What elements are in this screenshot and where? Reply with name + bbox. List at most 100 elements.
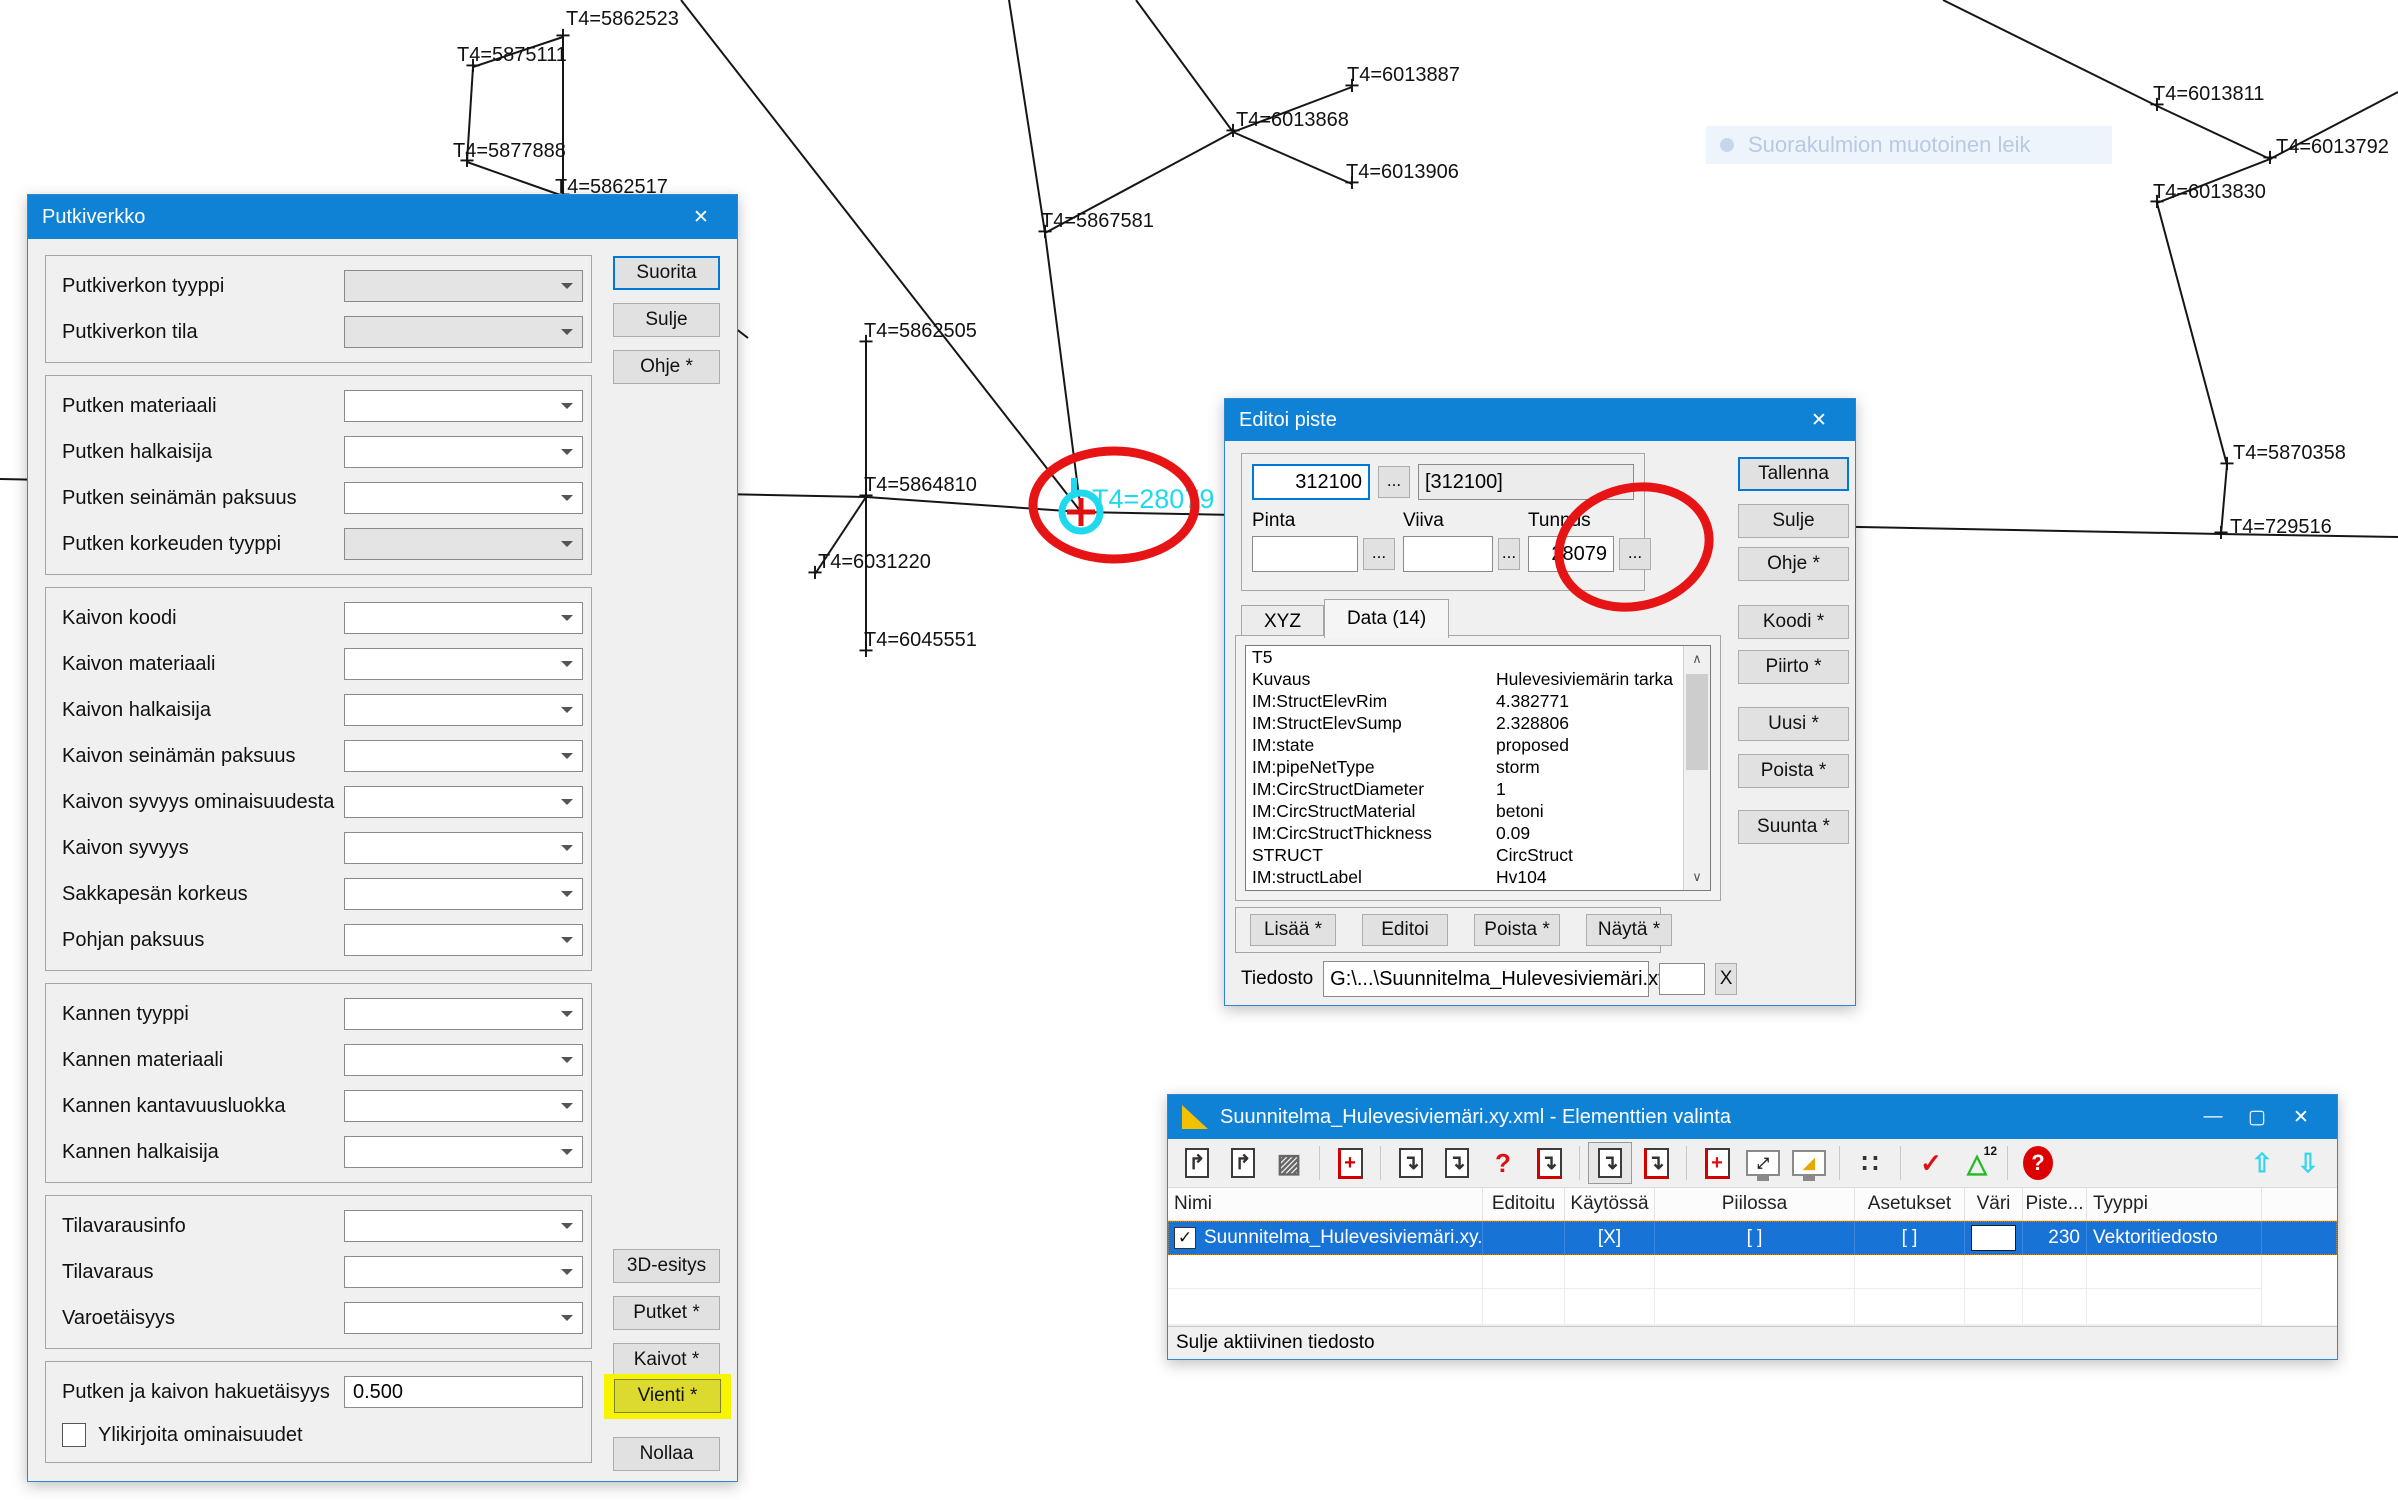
tab-data[interactable]: Data (14) [1324,599,1449,638]
point-code-input[interactable]: 312100 [1252,464,1370,500]
data-list-item[interactable]: T5 [1246,646,1710,668]
putkiverkon-tila-combo[interactable] [344,316,583,348]
close-icon[interactable]: ✕ [2279,1106,2323,1129]
open-file-icon[interactable]: ↱ [1175,1142,1219,1184]
kaivon-syvyys-combo[interactable] [344,832,583,864]
kaivon-syvyys-ominaisuudesta-combo[interactable] [344,786,583,818]
poista-button[interactable]: Poista * [1738,754,1849,788]
scrollbar[interactable]: ∧ ∨ [1683,646,1710,890]
pohjan-paksuus-combo[interactable] [344,924,583,956]
editoi-button[interactable]: Editoi [1362,914,1448,946]
kaivon-koodi-combo[interactable] [344,602,583,634]
kaivon-seinaman-paksuus-combo[interactable] [344,740,583,772]
ylikirjoita-ominaisuudet-checkbox[interactable] [62,1423,86,1447]
putken-materiaali-combo[interactable] [344,390,583,422]
code-browse-button[interactable]: ... [1378,466,1410,498]
export-icon[interactable]: ↴ [1588,1142,1632,1184]
scroll-down-icon[interactable]: ∨ [1684,864,1710,890]
open-mesh-icon[interactable]: ▨ [1267,1142,1311,1184]
putken-seinaman-paksuus-combo[interactable] [344,482,583,514]
tab-xyz[interactable]: XYZ [1241,605,1324,638]
data-list-item[interactable]: IM:structLabelHv104 [1246,866,1710,888]
data-list-item[interactable]: IM:StructElevSump2.328806 [1246,712,1710,734]
suorita-button[interactable]: Suorita [613,256,720,290]
data-list-item[interactable]: IM:pipeNetTypestorm [1246,756,1710,778]
tallenna-button[interactable]: Tallenna [1738,457,1849,491]
column-header-piilossa[interactable]: Piilossa [1655,1188,1855,1220]
draw-screen-icon[interactable]: ◢ [1787,1142,1831,1184]
file-extra-field[interactable] [1659,963,1705,995]
triangulation-icon[interactable]: △12 [1955,1142,1999,1184]
tilavarausinfo-combo[interactable] [344,1210,583,1242]
move-up-icon[interactable]: ⇧ [2240,1142,2284,1184]
color-swatch[interactable] [1971,1225,2016,1251]
column-header-vari[interactable]: Väri [1965,1188,2023,1220]
kannen-tyyppi-combo[interactable] [344,998,583,1030]
tilavaraus-combo[interactable] [344,1256,583,1288]
putket-button[interactable]: Putket * [613,1296,720,1330]
column-header-nimi[interactable]: Nimi [1168,1188,1483,1220]
data-list-item[interactable]: IM:CircStructMaterialbetoni [1246,800,1710,822]
nollaa-button[interactable]: Nollaa [613,1437,720,1471]
viiva-input[interactable] [1403,536,1493,572]
putkiverkko-titlebar[interactable]: Putkiverkko ✕ [28,195,737,239]
suunta-button[interactable]: Suunta * [1738,810,1849,844]
kannen-materiaali-combo[interactable] [344,1044,583,1076]
data-list-item[interactable]: STRUCTCircStruct [1246,844,1710,866]
putken-ja-kaivon-hakuetaisyys-input[interactable]: 0.500 [344,1376,583,1408]
uusi-button[interactable]: Uusi * [1738,707,1849,741]
sulje-button[interactable]: Sulje [1738,504,1849,538]
editoi-piste-titlebar[interactable]: Editoi piste ✕ [1225,399,1855,441]
new-file-icon[interactable]: + [1695,1142,1739,1184]
varoetaisyys-combo[interactable] [344,1302,583,1334]
putken-halkaisija-combo[interactable] [344,436,583,468]
kaivot-button[interactable]: Kaivot * [613,1343,720,1377]
close-icon[interactable]: ✕ [679,206,723,229]
column-header-asetukset[interactable]: Asetukset [1855,1188,1965,1220]
fit-screen-icon[interactable]: ⤢ [1741,1142,1785,1184]
data-list-item[interactable]: KuvausHulevesiviemärin tarka [1246,668,1710,690]
maximize-icon[interactable]: ▢ [2235,1106,2279,1129]
sakkapesan-korkeus-combo[interactable] [344,878,583,910]
pinta-input[interactable] [1252,536,1358,572]
tunnus-browse-button[interactable]: ... [1619,538,1651,570]
clear-file-button[interactable]: X [1715,963,1737,995]
nayta-button[interactable]: Näytä * [1586,914,1672,946]
column-header-editoitu[interactable]: Editoitu [1483,1188,1565,1220]
export-active-icon[interactable]: ↴ [1634,1142,1678,1184]
kaivon-materiaali-combo[interactable] [344,648,583,680]
check-coords-icon[interactable]: ✓ [1909,1142,1953,1184]
kannen-kantavuusluokka-combo[interactable] [344,1090,583,1122]
point-data-list[interactable]: T5KuvausHulevesiviemärin tarkaIM:StructE… [1245,645,1711,891]
putken-korkeuden-tyyppi-combo[interactable] [344,528,583,560]
scroll-thumb[interactable] [1686,674,1708,770]
save-file-icon[interactable]: ↴ [1389,1142,1433,1184]
sulje-button[interactable]: Sulje [613,303,720,337]
ohje-button[interactable]: Ohje * [613,350,720,384]
ohje-button[interactable]: Ohje * [1738,547,1849,581]
lisaa-button[interactable]: Lisää * [1250,914,1336,946]
column-header-kaytossa[interactable]: Käytössä [1565,1188,1655,1220]
pinta-browse-button[interactable]: ... [1363,538,1395,570]
piirto-button[interactable]: Piirto * [1738,650,1849,684]
open-file-settings-icon[interactable]: ↱ [1221,1142,1265,1184]
table-row[interactable]: ✓Suunnitelma_Hulevesiviemäri.xy.xml[X][ … [1168,1221,2337,1255]
viiva-browse-button[interactable]: ... [1498,538,1520,570]
kaivon-halkaisija-combo[interactable] [344,694,583,726]
putkiverkon-tyyppi-combo[interactable] [344,270,583,302]
kannen-halkaisija-combo[interactable] [344,1136,583,1168]
koodi-button[interactable]: Koodi * [1738,605,1849,639]
tunnus-input[interactable]: 28079 [1528,536,1614,572]
data-list-item[interactable]: IM:StructElevRim4.382771 [1246,690,1710,712]
minimize-icon[interactable]: — [2191,1106,2235,1128]
move-down-icon[interactable]: ⇩ [2286,1142,2330,1184]
help-icon[interactable]: ? [2016,1142,2060,1184]
data-list-item[interactable]: IM:CircStructDiameter1 [1246,778,1710,800]
file-path-field[interactable]: G:\...\Suunnitelma_Hulevesiviemäri.xy.xm… [1323,961,1649,997]
close-icon[interactable]: ✕ [1797,409,1841,432]
element-window-titlebar[interactable]: Suunnitelma_Hulevesiviemäri.xy.xml - Ele… [1168,1095,2337,1139]
row-checkbox[interactable]: ✓ [1174,1227,1196,1249]
data-list-item[interactable]: IM:stateproposed [1246,734,1710,756]
scroll-up-icon[interactable]: ∧ [1684,646,1710,672]
save-as-icon[interactable]: ↴ [1435,1142,1479,1184]
